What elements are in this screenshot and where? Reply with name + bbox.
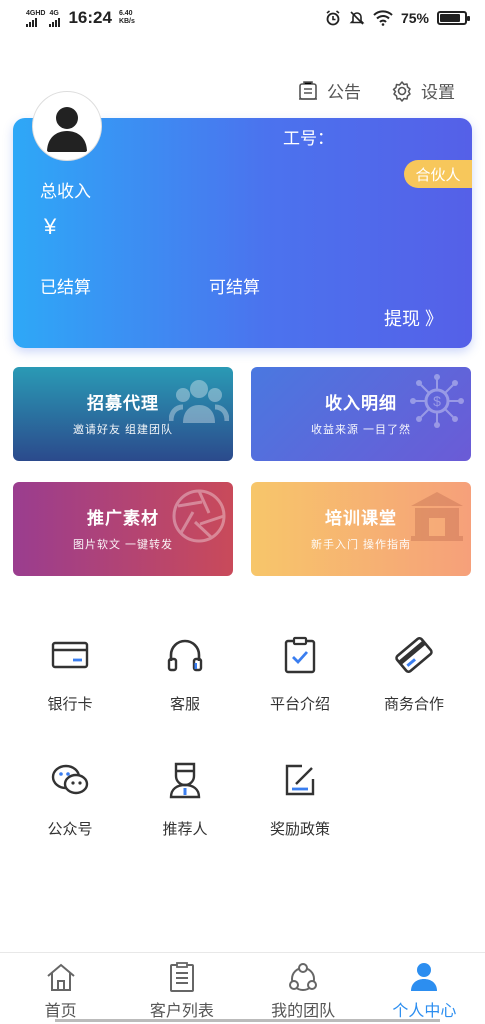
- settled-label: 已结算: [40, 278, 91, 297]
- speed-value: 6.40: [118, 10, 133, 17]
- grid-label: 平台介绍: [269, 696, 330, 713]
- nav-home[interactable]: 首页: [0, 953, 121, 1024]
- tile-training-class[interactable]: 培训课堂 新手入门 操作指南: [251, 482, 471, 576]
- tile-income-detail[interactable]: $ 收入明细 收益来源 一目了然: [251, 367, 471, 461]
- announcement-icon: [299, 80, 317, 100]
- avatar-person-icon: [47, 107, 87, 152]
- grid-label: 银行卡: [47, 696, 93, 713]
- grid-reward-policy[interactable]: 奖励政策: [240, 760, 360, 860]
- tile-promo-material[interactable]: 推广素材 图片软文 一键转发: [13, 482, 233, 576]
- edit-policy-icon: [285, 764, 315, 796]
- nav-label: 首页: [44, 1003, 77, 1020]
- currency-symbol: ¥: [44, 214, 57, 239]
- list-icon: [169, 962, 194, 992]
- grid-label: 推荐人: [162, 821, 208, 838]
- team-nodes-icon: [289, 963, 318, 991]
- tile-title: 招募代理: [87, 394, 159, 413]
- mute-icon: [349, 11, 365, 25]
- grid-business-cooperation[interactable]: 商务合作: [354, 635, 474, 735]
- grid-official-account[interactable]: 公众号: [10, 760, 130, 860]
- settings-label: 设置: [421, 83, 455, 102]
- battery-icon: [437, 11, 470, 25]
- referrer-icon: [169, 762, 201, 799]
- battery-percent: 75%: [400, 10, 429, 26]
- settings-button[interactable]: 设置: [391, 78, 455, 103]
- avatar[interactable]: [33, 92, 101, 160]
- grid-bank-card[interactable]: 银行卡: [10, 635, 130, 735]
- partner-badge: 合伙人: [404, 160, 472, 188]
- tile-subtitle: 图片软文 一键转发: [72, 539, 174, 551]
- grid-platform-intro[interactable]: 平台介绍: [240, 635, 360, 735]
- gear-icon: [392, 80, 411, 102]
- grid-label: 商务合作: [383, 696, 444, 713]
- withdraw-link[interactable]: 提现 》: [384, 305, 443, 331]
- grid-label: 奖励政策: [269, 821, 330, 838]
- nav-my-team[interactable]: 我的团队: [243, 953, 364, 1024]
- tile-title: 培训课堂: [325, 509, 397, 528]
- network-type-1: 4GHD: [26, 9, 46, 17]
- home-icon: [46, 963, 75, 991]
- speed-unit: KB/s: [118, 18, 135, 25]
- nav-personal-center[interactable]: 个人中心: [364, 953, 485, 1024]
- grid-customer-service[interactable]: 客服: [125, 635, 245, 735]
- job-number-label: 工号：: [283, 129, 334, 148]
- nav-label: 客户列表: [149, 1003, 214, 1020]
- handshake-icon: [395, 636, 433, 674]
- tile-title: 推广素材: [87, 509, 159, 528]
- signal-1: 4GHD: [26, 10, 45, 27]
- home-indicator: [55, 1019, 440, 1022]
- wechat-icon: [51, 764, 89, 795]
- tile-subtitle: 新手入门 操作指南: [310, 539, 412, 551]
- nav-label: 我的团队: [271, 1003, 336, 1020]
- announcement-label: 公告: [327, 83, 361, 102]
- network-type-2: 4G: [49, 9, 59, 17]
- wifi-icon: [373, 10, 393, 26]
- announcement-button[interactable]: 公告: [297, 78, 361, 103]
- signal-bars-icon: [26, 17, 45, 27]
- tile-subtitle: 邀请好友 组建团队: [72, 424, 174, 436]
- settleable-label: 可结算: [209, 278, 260, 297]
- tile-title: 收入明细: [325, 394, 397, 413]
- tile-recruit-agent[interactable]: 招募代理 邀请好友 组建团队: [13, 367, 233, 461]
- grid-label: 客服: [169, 696, 200, 713]
- top-links: 公告 设置: [297, 78, 455, 103]
- clipboard-check-icon: [284, 636, 316, 674]
- total-income-label: 总收入: [40, 182, 91, 201]
- signal-2: 4G: [49, 9, 61, 27]
- grid-referrer[interactable]: 推荐人: [125, 760, 245, 860]
- signal-bars-icon: [49, 17, 61, 27]
- headset-icon: [167, 639, 203, 672]
- clock: 16:24: [68, 8, 112, 27]
- bottom-nav: 首页 客户列表 我的团队 个人中心: [0, 952, 485, 1024]
- nav-label: 个人中心: [392, 1003, 457, 1020]
- alarm-icon: [326, 10, 340, 26]
- grid-label: 公众号: [47, 821, 93, 838]
- tile-subtitle: 收益来源 一目了然: [310, 424, 412, 436]
- nav-customer-list[interactable]: 客户列表: [121, 953, 242, 1024]
- user-icon: [411, 963, 438, 991]
- network-speed: 6.40 KB/s: [119, 10, 135, 26]
- bank-card-icon: [51, 641, 89, 669]
- status-bar: 4GHD 4G 16:24 6.40 KB/s 75%: [0, 0, 485, 36]
